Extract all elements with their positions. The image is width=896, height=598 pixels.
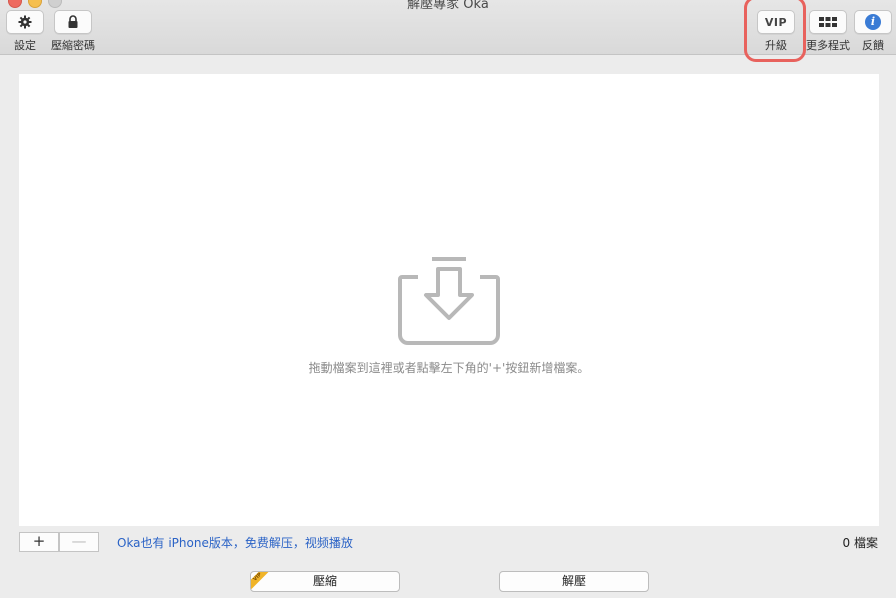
password-tool[interactable]: 壓縮密碼 (51, 10, 95, 53)
settings-tool[interactable]: 設定 (6, 10, 44, 53)
compress-button[interactable]: VIP 壓縮 (250, 571, 400, 592)
settings-button[interactable] (6, 10, 44, 34)
add-file-button[interactable]: + (19, 532, 59, 552)
more-apps-button[interactable] (809, 10, 847, 34)
grid-icon (819, 17, 837, 27)
feedback-tool[interactable]: i 反饋 (854, 10, 892, 53)
more-apps-label: 更多程式 (806, 39, 850, 52)
more-apps-tool[interactable]: 更多程式 (806, 10, 850, 53)
feedback-button[interactable]: i (854, 10, 892, 34)
upgrade-highlight-box (744, 0, 806, 62)
iphone-promo-link[interactable]: Oka也有 iPhone版本，免费解压，视频播放 (117, 534, 353, 551)
password-button[interactable] (54, 10, 92, 34)
file-drop-zone[interactable]: 拖動檔案到這裡或者點擊左下角的'+'按鈕新增檔案。 (19, 74, 879, 526)
extract-button[interactable]: 解壓 (499, 571, 649, 592)
lock-icon (68, 15, 78, 28)
feedback-label: 反饋 (862, 39, 884, 52)
extract-label: 解壓 (561, 574, 586, 588)
gear-icon (18, 15, 32, 29)
info-icon: i (865, 14, 881, 30)
drop-hint-text: 拖動檔案到這裡或者點擊左下角的'+'按鈕新增檔案。 (308, 361, 590, 375)
settings-label: 設定 (14, 39, 36, 52)
password-label: 壓縮密碼 (51, 39, 95, 52)
compress-label: 壓縮 (312, 574, 337, 588)
remove-file-button[interactable]: — (59, 532, 99, 552)
file-count: 0 檔案 (842, 536, 878, 550)
tray-download-icon (398, 257, 500, 345)
vip-ribbon-badge: VIP (251, 572, 273, 591)
